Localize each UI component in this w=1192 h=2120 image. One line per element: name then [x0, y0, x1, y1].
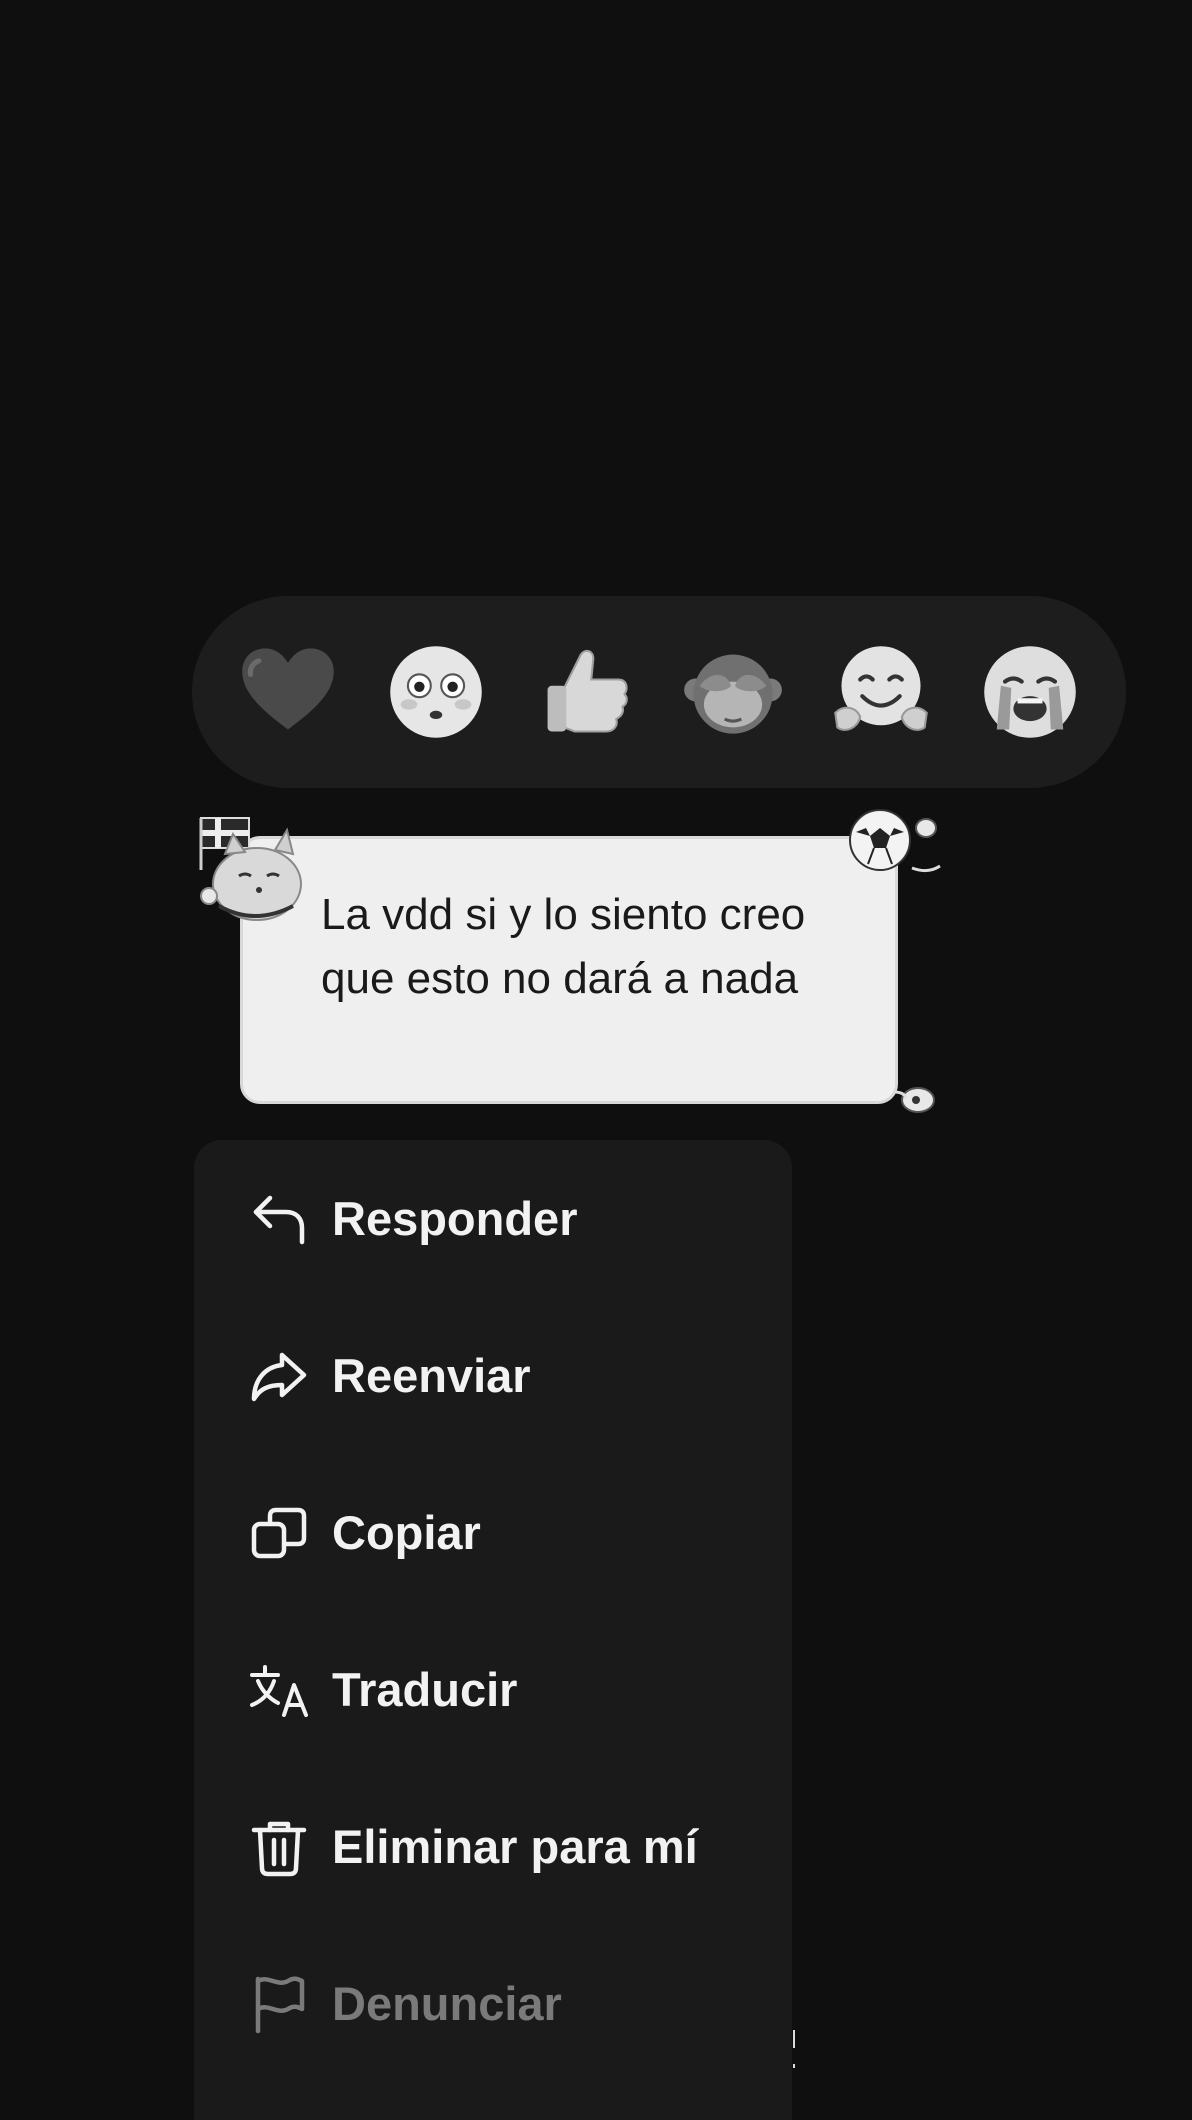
cat-flag-sticker-icon — [199, 817, 302, 921]
screen: La vdd si y lo siento creo que esto no d… — [0, 0, 1192, 2120]
menu-item-delete[interactable]: Eliminar para mí — [194, 1768, 792, 1925]
trash-icon — [248, 1816, 310, 1878]
see-no-evil-monkey-icon — [684, 654, 783, 734]
translate-icon — [248, 1659, 310, 1721]
crying-face-icon — [984, 646, 1076, 738]
menu-label-forward: Reenviar — [332, 1349, 531, 1402]
menu-item-forward[interactable]: Reenviar — [194, 1297, 792, 1454]
reaction-flushed[interactable] — [381, 637, 491, 747]
copy-icon — [248, 1502, 310, 1564]
menu-label-translate: Traducir — [332, 1663, 518, 1716]
menu-item-translate[interactable]: Traducir — [194, 1611, 792, 1768]
message-bubble[interactable]: La vdd si y lo siento creo que esto no d… — [240, 836, 898, 1104]
menu-label-delete: Eliminar para mí — [332, 1820, 698, 1873]
reaction-heart[interactable] — [233, 637, 343, 747]
menu-item-reply[interactable]: Responder — [194, 1140, 792, 1297]
reaction-crying[interactable] — [975, 637, 1085, 747]
menu-label-reply: Responder — [332, 1192, 578, 1245]
scroll-indicator — [793, 2030, 795, 2068]
soccer-ball-sticker-icon — [849, 809, 941, 873]
reaction-monkey[interactable] — [678, 637, 788, 747]
heart-icon — [242, 648, 334, 730]
forward-icon — [248, 1345, 310, 1407]
hugging-face-icon — [834, 646, 929, 731]
menu-item-report[interactable]: Denunciar — [194, 1925, 792, 2082]
flag-icon — [248, 1973, 310, 2035]
context-menu: Responder Reenviar Copiar Traducir Elimi… — [194, 1140, 792, 2120]
message-text: La vdd si y lo siento creo que esto no d… — [321, 890, 806, 1003]
reply-icon — [248, 1188, 310, 1250]
flushed-face-icon — [390, 646, 483, 738]
paw-sticker-icon — [894, 1087, 935, 1113]
reaction-hugging[interactable] — [826, 637, 936, 747]
thumbs-up-icon — [547, 649, 628, 733]
reaction-thumbs-up[interactable] — [530, 637, 640, 747]
menu-label-copy: Copiar — [332, 1506, 481, 1559]
menu-item-copy[interactable]: Copiar — [194, 1454, 792, 1611]
reaction-bar — [192, 596, 1126, 788]
menu-label-report: Denunciar — [332, 1977, 562, 2030]
